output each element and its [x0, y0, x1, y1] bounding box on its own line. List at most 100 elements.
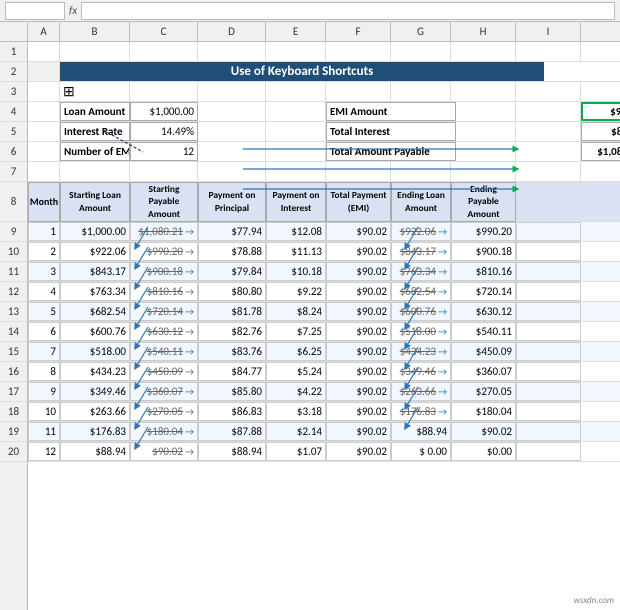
total-payment-1[interactable]: $90.02 [326, 222, 391, 241]
start-loan-2[interactable]: $922.06 [60, 242, 130, 261]
pay-interest-1[interactable]: $12.08 [266, 222, 326, 241]
cell-g1[interactable] [391, 42, 451, 61]
start-loan-11[interactable]: $176.83 [60, 422, 130, 441]
col-header-d[interactable]: D [198, 22, 266, 41]
col-i-8[interactable] [516, 362, 581, 381]
col-header-a[interactable]: A [28, 22, 60, 41]
cell-b1[interactable] [60, 42, 130, 61]
cell-a6[interactable] [28, 142, 60, 161]
cell-i7[interactable] [516, 162, 581, 181]
row-num-18[interactable]: 18 [0, 402, 27, 422]
cell-b3[interactable]: ⊞ [60, 82, 130, 101]
cell-g3[interactable] [391, 82, 451, 101]
pay-principal-10[interactable]: $86.83 [198, 402, 266, 421]
end-payable-6[interactable]: $540.11 [451, 322, 516, 341]
month-3[interactable]: 3 [28, 262, 60, 281]
row-num-19[interactable]: 19 [0, 422, 27, 442]
cell-e5[interactable] [266, 122, 326, 141]
start-payable-7[interactable]: $540.11→ [130, 342, 198, 361]
total-payment-3[interactable]: $90.02 [326, 262, 391, 281]
row-num-15[interactable]: 15 [0, 342, 27, 362]
interest-rate-value[interactable]: 14.49% [130, 122, 198, 141]
end-loan-11[interactable]: $88.94 [391, 422, 451, 441]
row-num-9[interactable]: 9 [0, 222, 27, 242]
end-payable-10[interactable]: $180.04 [451, 402, 516, 421]
end-payable-11[interactable]: $90.02 [451, 422, 516, 441]
total-payment-11[interactable]: $90.02 [326, 422, 391, 441]
pay-interest-10[interactable]: $3.18 [266, 402, 326, 421]
num-emis-value[interactable]: 12 [130, 142, 198, 161]
col-header-c[interactable]: C [130, 22, 198, 41]
cell-i1[interactable] [516, 42, 581, 61]
cell-e1[interactable] [266, 42, 326, 61]
row-num-17[interactable]: 17 [0, 382, 27, 402]
cell-d7[interactable] [198, 162, 266, 181]
total-interest-value[interactable]: $80.21 [581, 122, 620, 141]
end-loan-7[interactable]: $434.23→ [391, 342, 451, 361]
col-i-9[interactable] [516, 382, 581, 401]
start-loan-4[interactable]: $763.34 [60, 282, 130, 301]
pay-principal-8[interactable]: $84.77 [198, 362, 266, 381]
start-payable-9[interactable]: $360.07→ [130, 382, 198, 401]
end-payable-3[interactable]: $810.16 [451, 262, 516, 281]
cell-g6[interactable] [456, 142, 516, 161]
pay-principal-6[interactable]: $82.76 [198, 322, 266, 341]
end-loan-3[interactable]: $763.34→ [391, 262, 451, 281]
pay-interest-11[interactable]: $2.14 [266, 422, 326, 441]
pay-interest-3[interactable]: $10.18 [266, 262, 326, 281]
pay-interest-7[interactable]: $6.25 [266, 342, 326, 361]
pay-principal-2[interactable]: $78.88 [198, 242, 266, 261]
cell-g5[interactable] [456, 122, 516, 141]
end-loan-10[interactable]: $176.83→ [391, 402, 451, 421]
row-num-13[interactable]: 13 [0, 302, 27, 322]
end-loan-8[interactable]: $349.46→ [391, 362, 451, 381]
start-payable-12[interactable]: $90.02→ [130, 442, 198, 461]
row-num-20[interactable]: 20 [0, 442, 27, 462]
month-12[interactable]: 12 [28, 442, 60, 461]
pay-interest-4[interactable]: $9.22 [266, 282, 326, 301]
cell-e4[interactable] [266, 102, 326, 121]
cell-a2[interactable] [28, 62, 60, 81]
col-i-2[interactable] [516, 242, 581, 261]
start-payable-11[interactable]: $180.04→ [130, 422, 198, 441]
cell-b7[interactable] [60, 162, 130, 181]
month-11[interactable]: 11 [28, 422, 60, 441]
month-2[interactable]: 2 [28, 242, 60, 261]
row-num-5[interactable]: 5 [0, 122, 27, 142]
cell-h7[interactable] [451, 162, 516, 181]
month-4[interactable]: 4 [28, 282, 60, 301]
end-payable-1[interactable]: $990.20 [451, 222, 516, 241]
col-i-11[interactable] [516, 422, 581, 441]
row-num-11[interactable]: 11 [0, 262, 27, 282]
pay-principal-12[interactable]: $88.94 [198, 442, 266, 461]
col-i-5[interactable] [516, 302, 581, 321]
cell-g4[interactable] [456, 102, 516, 121]
end-payable-5[interactable]: $630.12 [451, 302, 516, 321]
row-num-1[interactable]: 1 [0, 42, 27, 62]
col-i-7[interactable] [516, 342, 581, 361]
col-header-g[interactable]: G [391, 22, 451, 41]
cell-h4[interactable] [516, 102, 581, 121]
end-payable-7[interactable]: $450.09 [451, 342, 516, 361]
end-payable-4[interactable]: $720.14 [451, 282, 516, 301]
total-payment-10[interactable]: $90.02 [326, 402, 391, 421]
cell-f3[interactable] [326, 82, 391, 101]
cell-g7[interactable] [391, 162, 451, 181]
col-header-h[interactable]: H [451, 22, 516, 41]
end-payable-2[interactable]: $900.18 [451, 242, 516, 261]
cell-h3[interactable] [451, 82, 516, 101]
cell-e3[interactable] [266, 82, 326, 101]
cell-a4[interactable] [28, 102, 60, 121]
month-5[interactable]: 5 [28, 302, 60, 321]
col-header-i[interactable]: I [516, 22, 581, 41]
emi-amount-value[interactable]: $90.02 [581, 102, 620, 121]
pay-principal-9[interactable]: $85.80 [198, 382, 266, 401]
col-i-1[interactable] [516, 222, 581, 241]
end-loan-1[interactable]: $922.06→ [391, 222, 451, 241]
start-payable-3[interactable]: $900.18→ [130, 262, 198, 281]
row-num-7[interactable]: 7 [0, 162, 27, 182]
start-loan-1[interactable]: $1,000.00 [60, 222, 130, 241]
row-num-4[interactable]: 4 [0, 102, 27, 122]
month-9[interactable]: 9 [28, 382, 60, 401]
total-payment-12[interactable]: $90.02 [326, 442, 391, 461]
